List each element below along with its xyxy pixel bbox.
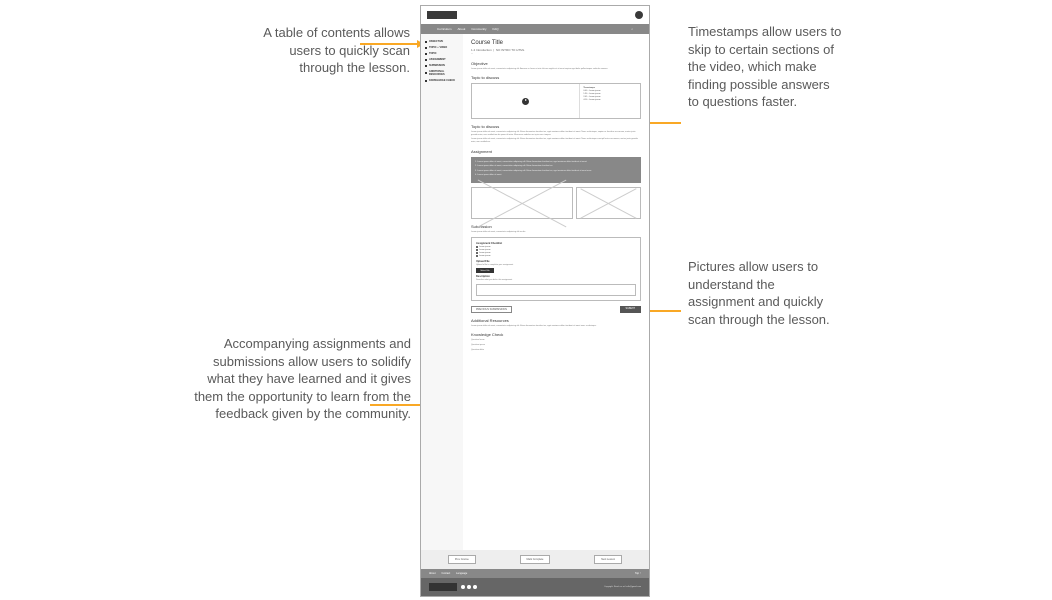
topic-para: Lorem ipsum dolor sit amet, consectetur …: [471, 131, 641, 136]
nav-item[interactable]: Community: [471, 27, 486, 31]
annotation-pictures: Pictures allow users to understand the a…: [688, 258, 843, 328]
checkbox-icon[interactable]: [476, 249, 478, 251]
timestamps-header: Timestamps: [583, 87, 637, 89]
timestamp-row[interactable]: 2:45 - Lorem ipsum: [583, 96, 637, 98]
social-icon[interactable]: [473, 585, 477, 589]
course-title: Course Title: [471, 40, 641, 46]
topic-para: Lorem ipsum dolor sit amet, consectetur …: [471, 138, 641, 143]
checkbox-icon[interactable]: [476, 252, 478, 254]
previous-submissions-button[interactable]: PREVIOUS SUBMISSIONS: [471, 306, 512, 313]
knowledge-q: Question ipsum: [471, 344, 641, 347]
wireframe-mockup: Curriculum About Community FAQ ⌕ OBJECTI…: [420, 5, 650, 597]
nav-item[interactable]: FAQ: [493, 27, 499, 31]
footer-bottom: Copyright. Reach us at: hello@gmail.com: [421, 578, 649, 596]
annotation-timestamps: Timestamps allow users to skip to certai…: [688, 23, 843, 111]
lesson-subtitle: 1.4 Introduction | NO INTRO TO HTML: [471, 48, 641, 52]
timestamps-panel: Timestamps 0:00 - Lorem ipsum 1:30 - Lor…: [579, 84, 640, 118]
social-icon[interactable]: [467, 585, 471, 589]
sidebar-item[interactable]: TOPIC: [425, 52, 459, 55]
assignment-line: 1. Lorem ipsum dolor sit amet, consectet…: [475, 161, 637, 164]
bottom-nav: Prev Course Mark Complete Next Lesson: [421, 550, 649, 569]
logo-placeholder: [427, 11, 457, 19]
wf-header: [421, 6, 649, 24]
sidebar-item[interactable]: KNOWLEDGE CHECK: [425, 79, 459, 82]
description-title: Description: [476, 275, 636, 278]
topic-video-title: Topic to discuss: [471, 75, 641, 80]
copyright-text: Copyright. Reach us at: hello@gmail.com: [604, 586, 641, 588]
knowledge-q: Question dolor: [471, 349, 641, 352]
images-row: [471, 187, 641, 219]
upload-hint: Upload a file to complete your assignmen…: [476, 264, 636, 267]
assignment-box: 1. Lorem ipsum dolor sit amet, consectet…: [471, 157, 641, 183]
footer-link[interactable]: About: [429, 572, 436, 575]
checkbox-row[interactable]: Lorem ipsum: [476, 252, 636, 254]
prev-course-button[interactable]: Prev Course: [448, 555, 476, 564]
additional-text: Lorem ipsum dolor sit amet, consectetur …: [471, 325, 641, 328]
next-lesson-button[interactable]: Next Lesson: [594, 555, 622, 564]
checklist-title: Assignment Checklist: [476, 242, 636, 245]
image-placeholder: [471, 187, 573, 219]
upload-title: Upload File: [476, 260, 636, 263]
social-icon[interactable]: [461, 585, 465, 589]
sidebar-item[interactable]: ADDITIONAL RESOURCES: [425, 70, 459, 76]
sidebar-item[interactable]: ASSIGNMENT: [425, 58, 459, 61]
submission-panel: Assignment Checklist Lorem ipsum Lorem i…: [471, 237, 641, 301]
assignment-title: Assignment: [471, 149, 641, 154]
description-hint: Describe what you did in this assignment: [476, 279, 636, 282]
footer-links: About Contact Language Top ↑: [421, 569, 649, 578]
annotation-assignments: Accompanying assignments and submissions…: [186, 335, 411, 423]
timestamp-row[interactable]: 4:10 - Lorem ipsum: [583, 99, 637, 101]
video-player[interactable]: [472, 84, 579, 118]
annotation-toc: A table of contents allows users to quic…: [255, 24, 410, 77]
assignment-line: 4. Lorem ipsum dolor sit amet.: [475, 174, 637, 177]
assignment-line: 2. Lorem ipsum dolor sit amet, consectet…: [475, 165, 637, 168]
knowledge-q: Question lorem: [471, 339, 641, 342]
image-placeholder: [576, 187, 641, 219]
additional-title: Additional Resources: [471, 318, 641, 323]
footer-link[interactable]: Contact: [442, 572, 451, 575]
submit-button[interactable]: SUBMIT: [620, 306, 641, 313]
search-icon[interactable]: ⌕: [631, 27, 633, 31]
submission-title: Submission: [471, 224, 641, 229]
wf-main: Course Title 1.4 Introduction | NO INTRO…: [463, 34, 649, 550]
wf-sidebar-toc: OBJECTIVE TOPIC + VIDEO TOPIC ASSIGNMENT…: [421, 34, 463, 550]
arrow-toc: [360, 43, 418, 45]
sidebar-item[interactable]: SUBMISSION: [425, 64, 459, 67]
nav-item[interactable]: Curriculum: [437, 27, 452, 31]
wf-nav: Curriculum About Community FAQ ⌕: [421, 24, 649, 34]
mark-complete-button[interactable]: Mark Complete: [520, 555, 551, 564]
sidebar-item[interactable]: OBJECTIVE: [425, 40, 459, 43]
nav-item[interactable]: About: [458, 27, 466, 31]
social-icons: [461, 585, 477, 589]
back-to-top[interactable]: Top ↑: [635, 572, 641, 575]
objective-text: Lorem ipsum dolor sit amet, consectetur …: [471, 68, 641, 71]
checkbox-row[interactable]: Lorem ipsum: [476, 246, 636, 248]
timestamp-row[interactable]: 1:30 - Lorem ipsum: [583, 93, 637, 95]
checkbox-icon[interactable]: [476, 246, 478, 248]
objective-title: Objective: [471, 61, 641, 66]
description-textarea[interactable]: [476, 284, 636, 296]
footer-link[interactable]: Language: [456, 572, 467, 575]
video-block: Timestamps 0:00 - Lorem ipsum 1:30 - Lor…: [471, 83, 641, 119]
sidebar-item[interactable]: TOPIC + VIDEO: [425, 46, 459, 49]
submission-intro: Lorem ipsum dolor sit amet, consectetur …: [471, 231, 641, 234]
play-icon[interactable]: [522, 98, 529, 105]
topic-text-title: Topic to discuss: [471, 124, 641, 129]
footer-logo-placeholder: [429, 583, 457, 591]
checkbox-row[interactable]: Lorem ipsum: [476, 249, 636, 251]
avatar-icon[interactable]: [635, 11, 643, 19]
timestamp-row[interactable]: 0:00 - Lorem ipsum: [583, 90, 637, 92]
assignment-line: 3. Lorem ipsum dolor sit amet, consectet…: [475, 170, 637, 173]
submission-buttons: PREVIOUS SUBMISSIONS SUBMIT: [471, 306, 641, 313]
select-file-button[interactable]: Select File: [476, 268, 494, 273]
knowledge-title: Knowledge Check: [471, 332, 641, 337]
checkbox-row[interactable]: Lorem ipsum: [476, 255, 636, 257]
checkbox-icon[interactable]: [476, 255, 478, 257]
